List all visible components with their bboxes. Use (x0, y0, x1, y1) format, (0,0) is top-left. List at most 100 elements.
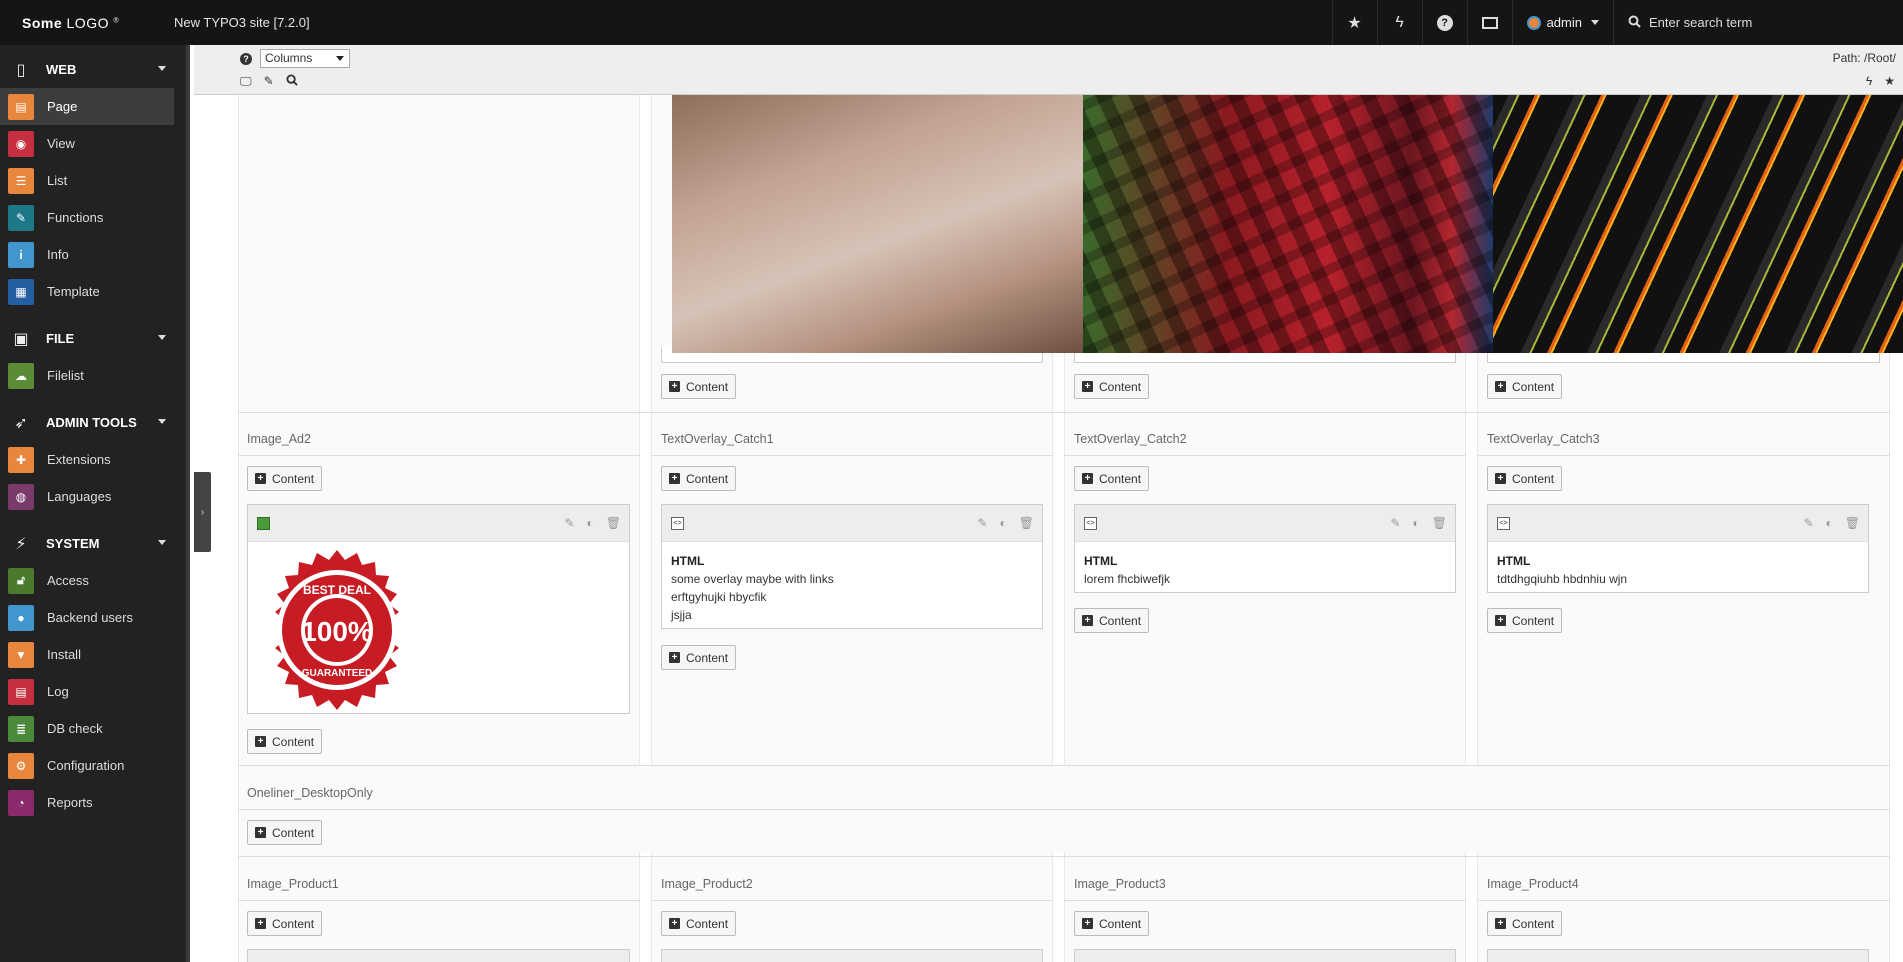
module-menu: ▯ WEB ▤ Page ◉ View ☰ List ✎ Functions i… (0, 45, 190, 962)
section-label: WEB (46, 62, 77, 77)
bolt-icon: ϟ (1395, 13, 1404, 31)
edit-pencil-icon[interactable]: ✎ (1390, 516, 1400, 530)
section-admin-tools[interactable]: ➶ ADMIN TOOLS (0, 404, 186, 441)
add-content-button[interactable]: + Content (1074, 374, 1150, 399)
sidebar-item-label: Log (47, 684, 69, 699)
add-content-button[interactable]: + Content (247, 820, 323, 845)
add-content-button[interactable]: + Content (661, 466, 737, 491)
button-label: Content (1512, 379, 1555, 394)
image-type-icon (257, 517, 270, 530)
section-file[interactable]: ▣ FILE (0, 320, 186, 357)
toggle-visibility-icon[interactable]: ◐ (1826, 516, 1833, 530)
trash-icon[interactable]: 🗑︎ (1432, 516, 1447, 530)
search-icon[interactable] (286, 74, 298, 89)
add-content-button[interactable]: + Content (1487, 374, 1563, 399)
add-content-button[interactable]: + Content (661, 911, 737, 936)
clear-page-cache-icon[interactable]: ϟ (1866, 74, 1872, 88)
doc-header: ? Columns 🖵︎ ✎ Path: /Root/ ϟ ★ (194, 45, 1903, 95)
rocket-icon: ➶ (14, 414, 28, 432)
section-system[interactable]: ⚡ SYSTEM (0, 525, 186, 562)
trash-icon[interactable]: 🗑︎ (606, 516, 621, 530)
sidebar-item-db-check[interactable]: ≣ DB check (0, 710, 174, 747)
sidebar-item-list[interactable]: ☰ List (0, 162, 174, 199)
badge-image: BEST DEAL 100% GUARANTEED (248, 542, 629, 721)
preview-desktop-icon[interactable]: 🖵︎ (240, 74, 252, 89)
clear-cache-button[interactable]: ϟ (1376, 0, 1422, 45)
sidebar-collapse-toggle[interactable]: › (194, 472, 211, 552)
logo-text-bold: Some (22, 14, 63, 31)
sidebar-item-label: Reports (47, 795, 93, 810)
add-content-button[interactable]: + Content (1074, 911, 1150, 936)
add-content-button[interactable]: + Content (661, 645, 737, 670)
lock-icon: 🔓︎ (8, 567, 34, 594)
sidebar-item-filelist[interactable]: ☁ Filelist (0, 357, 174, 394)
trash-icon[interactable]: 🗑︎ (1019, 516, 1034, 530)
sidebar-item-languages[interactable]: ◍ Languages (0, 478, 174, 515)
template-icon: ▦ (8, 278, 34, 305)
user-menu[interactable]: admin (1511, 0, 1613, 45)
button-label: Content (686, 379, 729, 394)
logo-text-light: LOGO (66, 14, 109, 31)
sidebar-item-label: DB check (47, 721, 103, 736)
eye-icon: ◉ (8, 130, 34, 157)
add-content-button[interactable]: + Content (247, 466, 323, 491)
toggle-visibility-icon[interactable]: ◐ (1413, 516, 1420, 530)
column-bg (651, 857, 1053, 962)
sidebar-item-view[interactable]: ◉ View (0, 125, 174, 162)
edit-pencil-icon[interactable]: ✎ (564, 516, 574, 530)
content-text-line: lorem fhcbiwefjk (1084, 572, 1171, 586)
add-content-button[interactable]: + Content (247, 911, 323, 936)
plus-icon: + (1082, 381, 1093, 392)
section-web[interactable]: ▯ WEB (0, 51, 186, 88)
help-icon[interactable]: ? (240, 52, 252, 65)
sidebar-item-functions[interactable]: ✎ Functions (0, 199, 174, 236)
bookmarks-button[interactable]: ★ (1331, 0, 1377, 45)
sidebar-item-access[interactable]: 🔓︎ Access (0, 562, 174, 599)
typo3-icon: ▼ (8, 641, 34, 668)
edit-pencil-icon[interactable]: ✎ (1803, 516, 1813, 530)
content-element-image: ✎ ◐ 🗑︎ BEST DEAL 100% GUARANTEED (247, 504, 630, 714)
toggle-visibility-icon[interactable]: ◐ (587, 516, 594, 530)
sidebar-item-reports[interactable]: ◔ Reports (0, 784, 174, 821)
sidebar-item-log[interactable]: ▤ Log (0, 673, 174, 710)
chevron-down-icon (158, 540, 166, 545)
sidebar-item-install[interactable]: ▼ Install (0, 636, 174, 673)
button-label: Content (1099, 471, 1142, 486)
logo[interactable]: Some LOGO ® (0, 15, 156, 31)
list-icon: ☰ (8, 167, 34, 194)
chevron-down-icon (336, 56, 344, 61)
sidebar-item-backend-users[interactable]: ● Backend users (0, 599, 174, 636)
add-content-button[interactable]: + Content (1074, 608, 1150, 633)
chevron-down-icon (158, 66, 166, 71)
sidebar-item-extensions[interactable]: ✚ Extensions (0, 441, 174, 478)
add-content-button[interactable]: + Content (1487, 911, 1563, 936)
plus-icon: + (669, 473, 680, 484)
bookmark-star-icon[interactable]: ★ (1884, 74, 1895, 88)
question-icon: ? (1436, 14, 1453, 31)
content-element-image (247, 949, 630, 962)
button-label: Content (686, 471, 729, 486)
divider (238, 412, 1890, 413)
add-content-button[interactable]: + Content (1074, 466, 1150, 491)
add-content-button[interactable]: + Content (1487, 466, 1563, 491)
site-name[interactable]: New TYPO3 site [7.2.0] (174, 15, 310, 30)
system-info-button[interactable] (1466, 0, 1512, 45)
log-icon: ▤ (8, 678, 34, 705)
add-content-button[interactable]: + Content (247, 729, 323, 754)
view-mode-select[interactable]: Columns (260, 49, 350, 68)
add-content-button[interactable]: + Content (1487, 608, 1563, 633)
column-title: Image_Product1 (247, 877, 339, 891)
help-button[interactable]: ? (1421, 0, 1467, 45)
sidebar-item-configuration[interactable]: ⚙ Configuration (0, 747, 174, 784)
add-content-button[interactable]: + Content (661, 374, 737, 399)
plus-icon: + (255, 918, 266, 929)
sidebar-item-label: Languages (47, 489, 112, 504)
edit-pencil-icon[interactable]: ✎ (264, 74, 274, 89)
sidebar-item-template[interactable]: ▦ Template (0, 273, 174, 310)
trash-icon[interactable]: 🗑︎ (1845, 516, 1860, 530)
toggle-visibility-icon[interactable]: ◐ (1000, 516, 1007, 530)
sidebar-item-info[interactable]: i Info (0, 236, 174, 273)
sidebar-item-page[interactable]: ▤ Page (0, 88, 174, 125)
search-input[interactable] (1649, 15, 1869, 30)
edit-pencil-icon[interactable]: ✎ (977, 516, 987, 530)
